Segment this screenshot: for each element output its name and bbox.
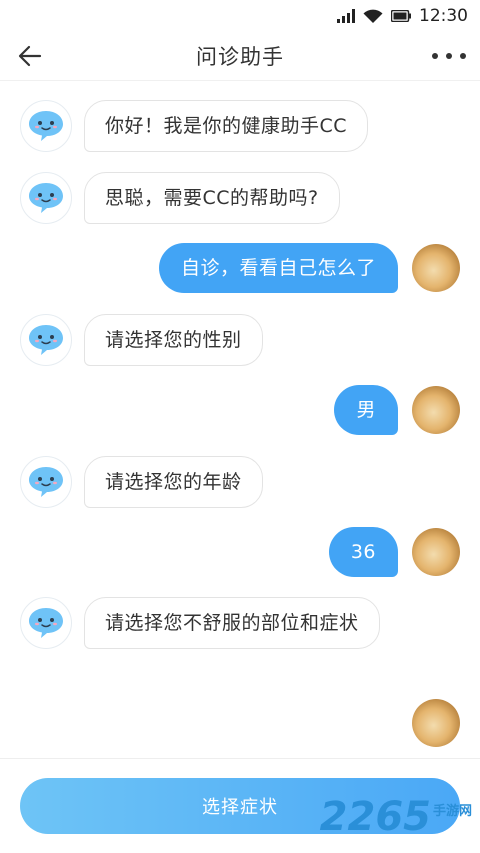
bot-avatar — [20, 456, 72, 508]
user-avatar[interactable] — [412, 386, 460, 434]
chat-message-user: 36 — [0, 527, 480, 577]
watermark-text: 手游网 — [432, 804, 472, 819]
battery-icon — [391, 10, 411, 22]
user-avatar[interactable] — [412, 699, 460, 747]
status-bar: 12:30 — [0, 0, 480, 32]
watermark-number: 2265 — [319, 794, 431, 840]
chat-bubble: 你好！我是你的健康助手CC — [84, 100, 369, 152]
bot-avatar — [20, 314, 72, 366]
chat-message-bot: 请选择您的性别 — [0, 314, 480, 366]
status-time: 12:30 — [419, 6, 468, 26]
arrow-left-icon[interactable] — [16, 42, 44, 70]
chat-bot-icon — [29, 183, 63, 213]
chat-bubble: 请选择您不舒服的部位和症状 — [84, 597, 380, 649]
chat-bot-icon — [29, 467, 63, 497]
nav-bar: 问诊助手 — [0, 32, 480, 81]
chat-message-bot: 思聪，需要CC的帮助吗? — [0, 172, 480, 224]
bot-avatar — [20, 597, 72, 649]
bot-avatar — [20, 172, 72, 224]
bottom-bar: 选择症状 2265 手游网 — [0, 758, 480, 853]
chat-bot-icon — [29, 608, 63, 638]
user-avatar[interactable] — [412, 528, 460, 576]
chat-message-user: 自诊，看看自己怎么了 — [0, 243, 480, 293]
user-avatar[interactable] — [412, 244, 460, 292]
signal-icon — [337, 9, 355, 23]
wifi-icon — [363, 9, 383, 24]
chat-bubble: 请选择您的年龄 — [84, 456, 263, 508]
chat-bot-icon — [29, 325, 63, 355]
chat-bubble: 自诊，看看自己怎么了 — [158, 243, 398, 293]
chat-message-bot: 请选择您的年龄 — [0, 456, 480, 508]
chat-bubble: 男 — [334, 385, 398, 435]
chat-message-bot: 你好！我是你的健康助手CC — [0, 100, 480, 152]
chat-bubble: 请选择您的性别 — [84, 314, 263, 366]
watermark-logo: 2265 手游网 — [320, 797, 472, 837]
screen: 12:30 问诊助手 你好！我是你的健康助手CC 思聪，需要CC的帮助吗? 自诊… — [0, 0, 480, 853]
chat-area[interactable]: 你好！我是你的健康助手CC 思聪，需要CC的帮助吗? 自诊，看看自己怎么了 请选… — [0, 80, 480, 756]
chat-bubble: 36 — [328, 527, 398, 577]
page-title: 问诊助手 — [196, 45, 284, 69]
more-dots-icon[interactable] — [432, 42, 466, 70]
chat-message-user: 男 — [0, 385, 480, 435]
chat-bot-icon — [29, 111, 63, 141]
chat-message-bot: 请选择您不舒服的部位和症状 — [0, 597, 480, 649]
chat-bubble: 思聪，需要CC的帮助吗? — [84, 172, 340, 224]
chat-message-user-pending — [0, 699, 480, 747]
bot-avatar — [20, 100, 72, 152]
